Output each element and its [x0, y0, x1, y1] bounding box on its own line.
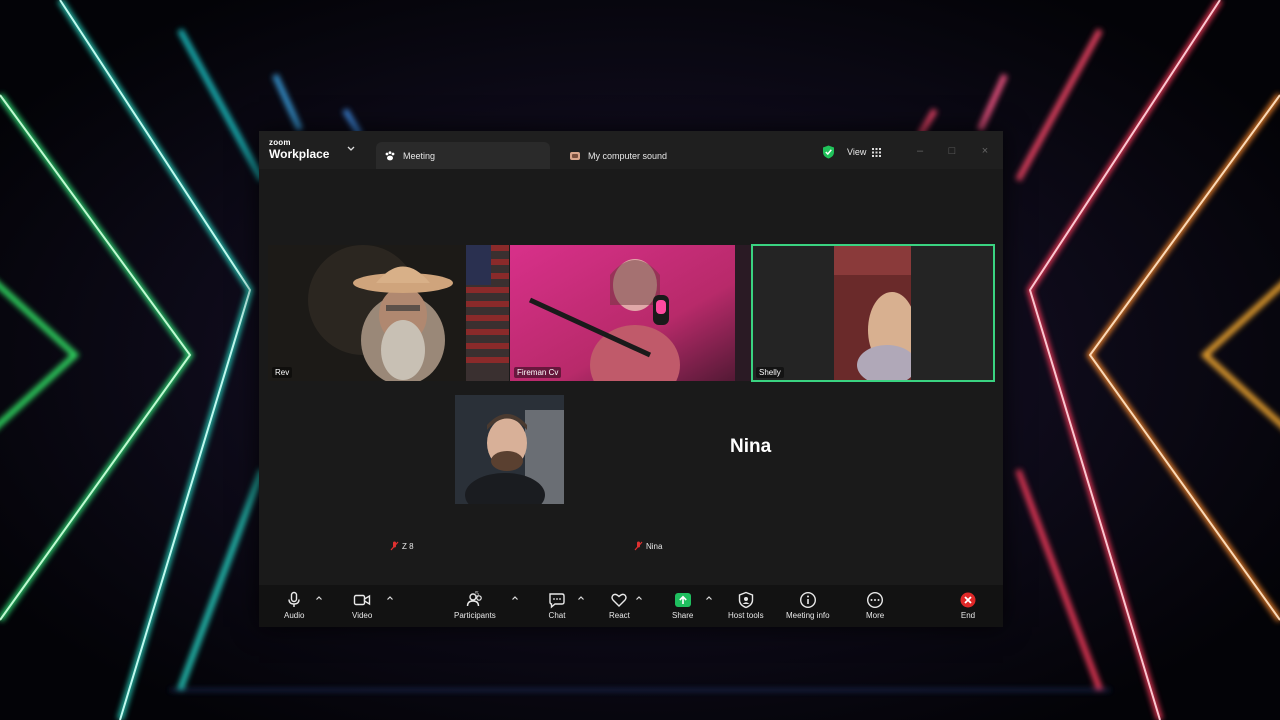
shelly-video-frame: [752, 245, 994, 381]
chat-label: Chat: [548, 611, 566, 620]
participant-name: Rev: [272, 367, 293, 378]
shield-check-icon[interactable]: [822, 145, 835, 159]
audio-button[interactable]: Audio: [284, 591, 304, 625]
video-button[interactable]: Video: [352, 591, 372, 625]
mic-muted-icon: [390, 541, 399, 551]
fireman-video-frame: [510, 245, 751, 381]
rev-video-frame: [268, 245, 509, 381]
end-label: End: [960, 611, 976, 620]
nina-display-name[interactable]: Nina: [730, 436, 771, 458]
camera-icon: [353, 594, 371, 606]
flag-graphic: [466, 245, 509, 381]
computer-sound-icon: [570, 151, 580, 160]
heart-icon: [611, 593, 628, 607]
share-icon: [674, 593, 691, 607]
react-label: React: [609, 611, 630, 620]
maximize-icon[interactable]: □: [946, 145, 958, 157]
participants-count: 5: [475, 591, 479, 598]
participants-caret-icon[interactable]: [511, 594, 519, 602]
share-caret-icon[interactable]: [705, 594, 713, 602]
video-tile-rev[interactable]: Rev: [268, 245, 509, 381]
host-tools-label: Host tools: [728, 611, 764, 620]
participant-name: Fireman Cv: [514, 367, 562, 378]
video-label: Video: [352, 611, 373, 620]
video-tile-shelly[interactable]: Shelly: [751, 244, 995, 382]
chat-caret-icon[interactable]: [577, 594, 585, 602]
participants-label: Participants: [454, 611, 496, 620]
z8-video-frame: [455, 395, 564, 504]
meeting-paw-icon: [385, 150, 395, 160]
more-button[interactable]: More: [866, 591, 884, 625]
view-label: View: [847, 147, 867, 157]
audio-label: Audio: [284, 611, 305, 620]
tab-meeting-label: Meeting: [403, 150, 436, 161]
view-button[interactable]: View: [841, 143, 887, 161]
participant-name: Shelly: [756, 367, 784, 378]
video-tile-z8[interactable]: [455, 395, 564, 504]
video-tile-fireman-cv[interactable]: Fireman Cv: [510, 245, 751, 381]
tab-computer-sound-label: My computer sound: [588, 150, 668, 161]
more-icon: [867, 591, 884, 609]
mic-muted-icon: [634, 541, 643, 551]
z8-label: Z 8: [390, 541, 414, 551]
tab-computer-sound[interactable]: My computer sound: [561, 142, 721, 169]
close-icon[interactable]: ×: [979, 145, 991, 157]
chat-button[interactable]: Chat: [548, 591, 566, 625]
react-button[interactable]: React: [609, 591, 630, 625]
end-icon: [960, 592, 976, 608]
host-shield-icon: [738, 591, 753, 609]
title-bar: zoom Workplace Meeting My computer sound: [259, 131, 1003, 169]
minimize-icon[interactable]: –: [914, 145, 926, 157]
end-button[interactable]: End: [959, 591, 977, 625]
video-caret-icon[interactable]: [386, 594, 394, 602]
meeting-info-label: Meeting info: [786, 611, 830, 620]
microphone-icon: [288, 591, 300, 607]
meeting-toolbar: Audio Video 5 Participants Chat React Sh…: [259, 585, 1003, 627]
zoom-workplace-logo[interactable]: zoom Workplace: [269, 138, 330, 161]
more-label: More: [866, 611, 885, 620]
share-button[interactable]: Share: [672, 591, 693, 625]
participants-button[interactable]: 5 Participants: [454, 591, 496, 625]
nina-name: Nina: [646, 541, 663, 551]
z8-name: Z 8: [402, 541, 414, 551]
chat-icon: [549, 593, 565, 609]
react-caret-icon[interactable]: [635, 594, 643, 602]
video-stage: Rev Fireman Cv Shelly Z 8 Nina Nina: [259, 169, 1003, 585]
share-label: Share: [672, 611, 694, 620]
chevron-down-icon[interactable]: [346, 144, 356, 154]
nina-label: Nina: [634, 541, 662, 551]
info-icon: [799, 591, 816, 609]
brand-small: zoom: [269, 138, 291, 147]
meeting-info-button[interactable]: Meeting info: [786, 591, 830, 625]
host-tools-button[interactable]: Host tools: [728, 591, 764, 625]
brand-big: Workplace: [269, 147, 330, 161]
tab-meeting[interactable]: Meeting: [376, 142, 550, 169]
grid-icon: [872, 147, 882, 157]
audio-caret-icon[interactable]: [315, 594, 323, 602]
zoom-window: zoom Workplace Meeting My computer sound: [259, 131, 1003, 627]
